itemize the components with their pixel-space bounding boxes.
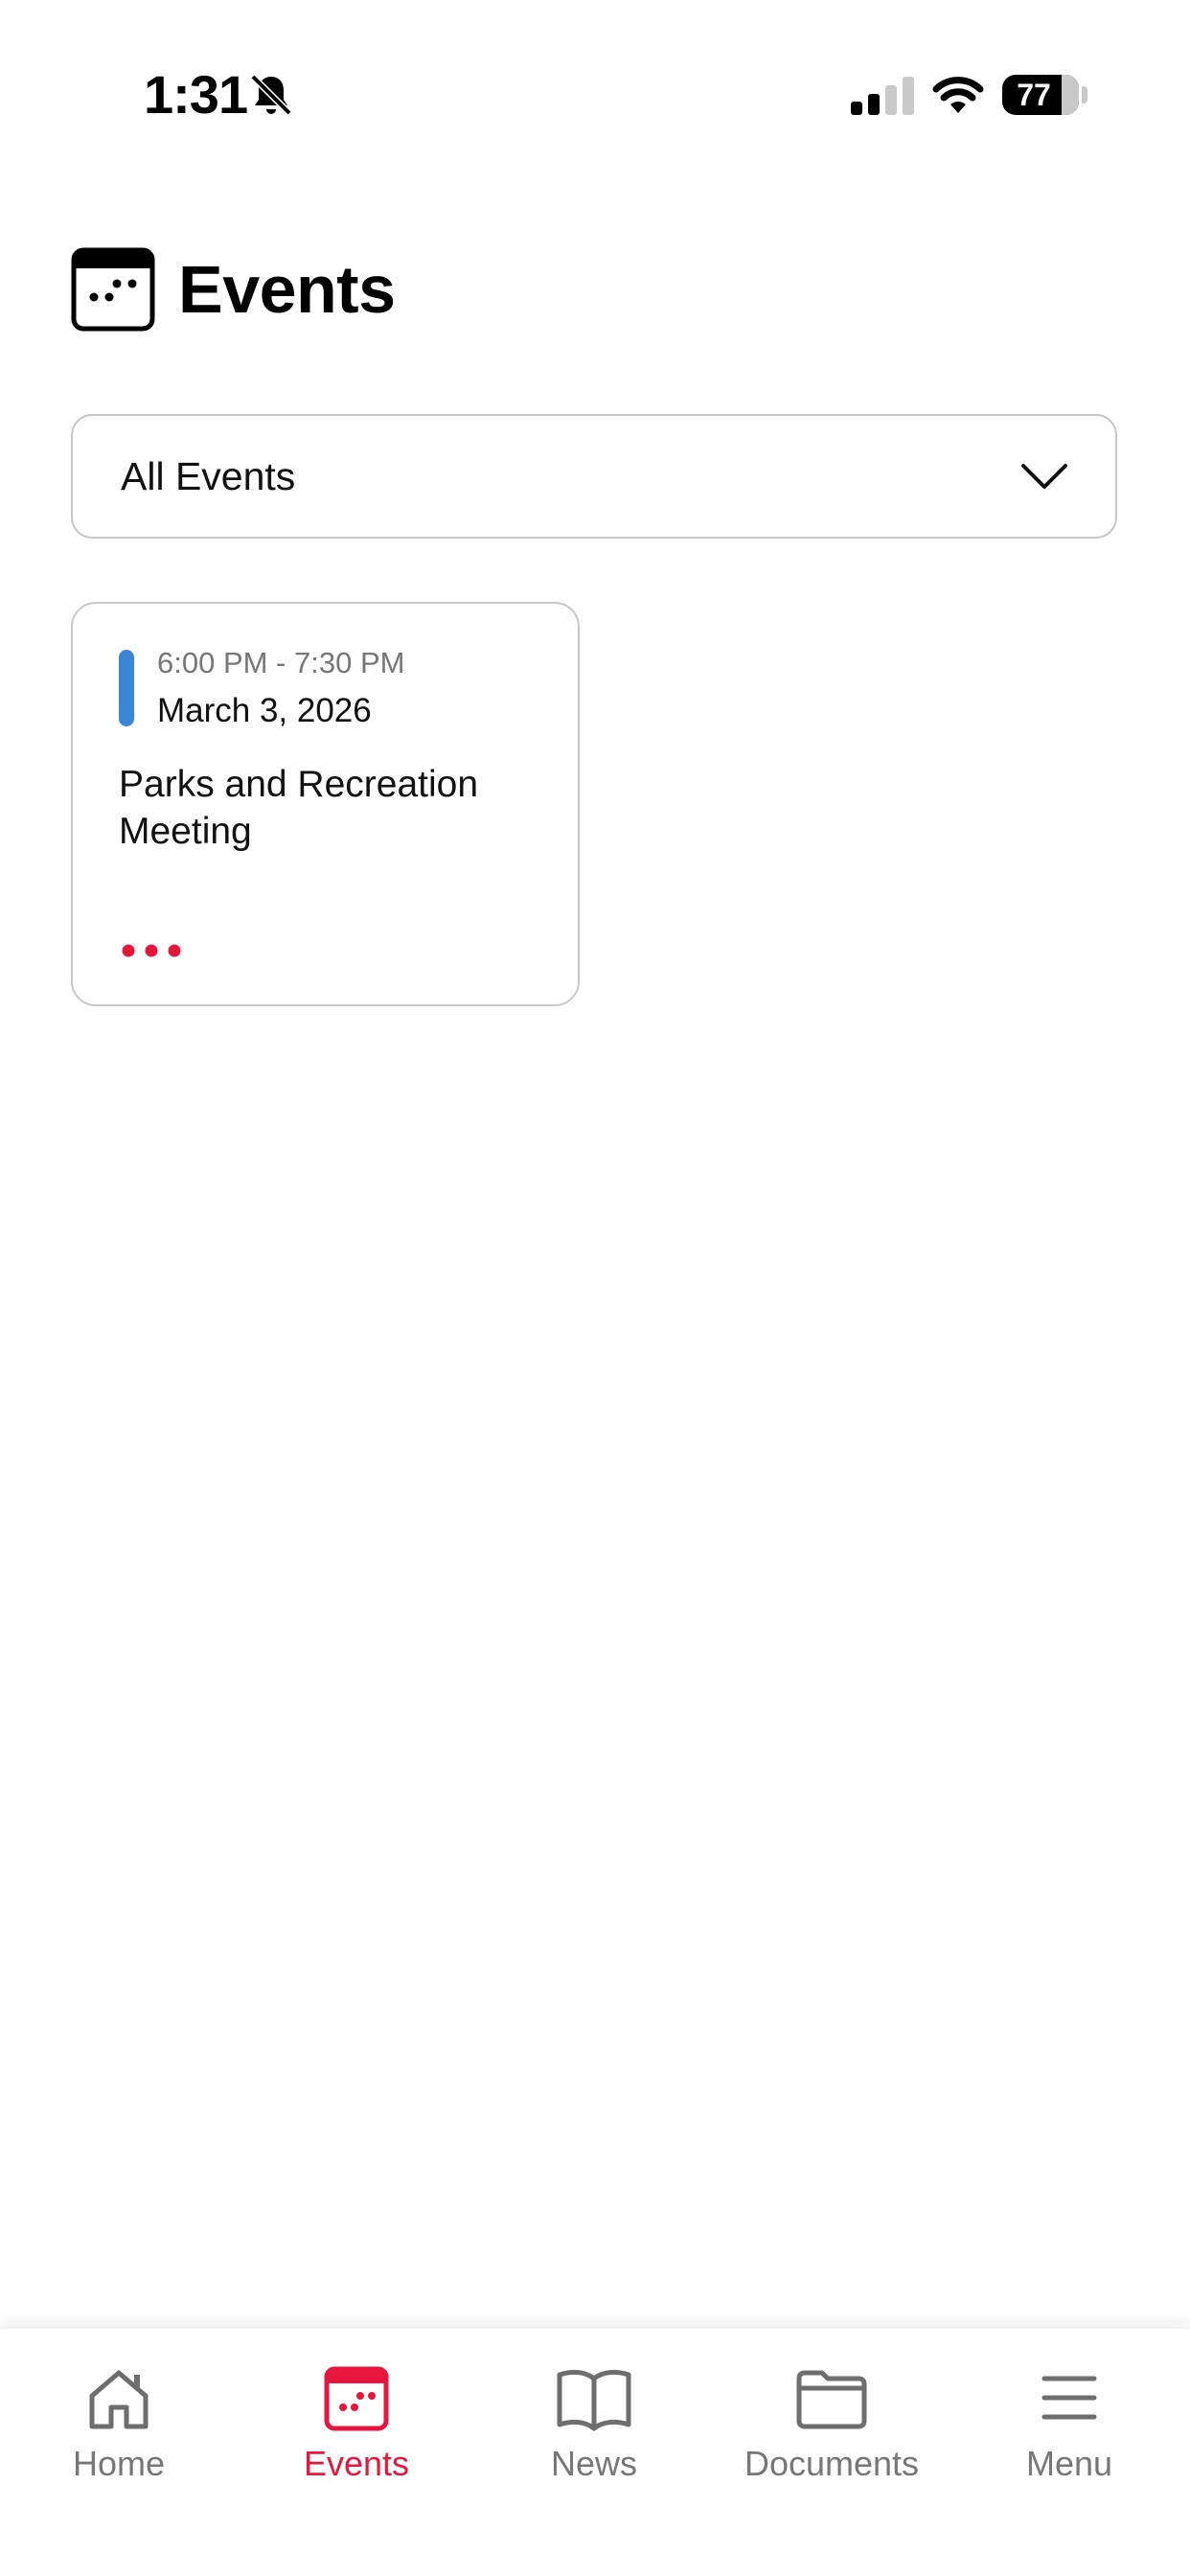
tab-bar: Home Events News Documents Menu xyxy=(0,2329,1190,2576)
folder-icon xyxy=(796,2370,867,2429)
battery-tip xyxy=(1082,86,1087,104)
tab-home[interactable]: Home xyxy=(0,2329,238,2501)
filter-selected-value: All Events xyxy=(121,453,296,498)
battery-level: 77 xyxy=(1017,78,1051,112)
events-filter-dropdown[interactable]: All Events xyxy=(71,414,1117,539)
tab-events[interactable]: Events xyxy=(238,2329,475,2501)
event-time: 6:00 PM - 7:30 PM xyxy=(157,646,405,679)
tab-label: News xyxy=(550,2444,638,2483)
more-options-icon[interactable] xyxy=(121,941,182,960)
book-icon xyxy=(557,2369,631,2431)
event-card[interactable]: 6:00 PM - 7:30 PM March 3, 2026 Parks an… xyxy=(71,602,580,1006)
wifi-icon xyxy=(932,77,984,113)
event-title: Parks and Recreation Meeting xyxy=(119,764,479,852)
tab-news[interactable]: News xyxy=(475,2329,713,2501)
menu-icon xyxy=(1041,2376,1097,2420)
battery-icon: 77 xyxy=(1002,75,1079,115)
home-icon xyxy=(89,2370,149,2429)
event-date: March 3, 2026 xyxy=(157,692,372,729)
page-title: Events xyxy=(178,252,396,327)
chevron-down-icon xyxy=(1021,464,1067,489)
tab-label: Events xyxy=(303,2444,410,2483)
tab-label: Documents xyxy=(744,2444,920,2483)
tab-documents[interactable]: Documents xyxy=(713,2329,950,2501)
tab-menu[interactable]: Menu xyxy=(950,2329,1188,2501)
status-time: 1:31 xyxy=(144,64,248,125)
calendar-icon xyxy=(324,2366,389,2431)
page-header: Events xyxy=(71,247,396,332)
cellular-signal-icon xyxy=(851,77,914,115)
calendar-icon xyxy=(71,247,155,332)
bell-slash-icon xyxy=(250,74,292,116)
event-color-bar xyxy=(119,650,134,726)
tab-label: Menu xyxy=(1025,2444,1113,2483)
status-bar: 1:31 77 xyxy=(0,0,1190,192)
tab-label: Home xyxy=(72,2444,166,2483)
